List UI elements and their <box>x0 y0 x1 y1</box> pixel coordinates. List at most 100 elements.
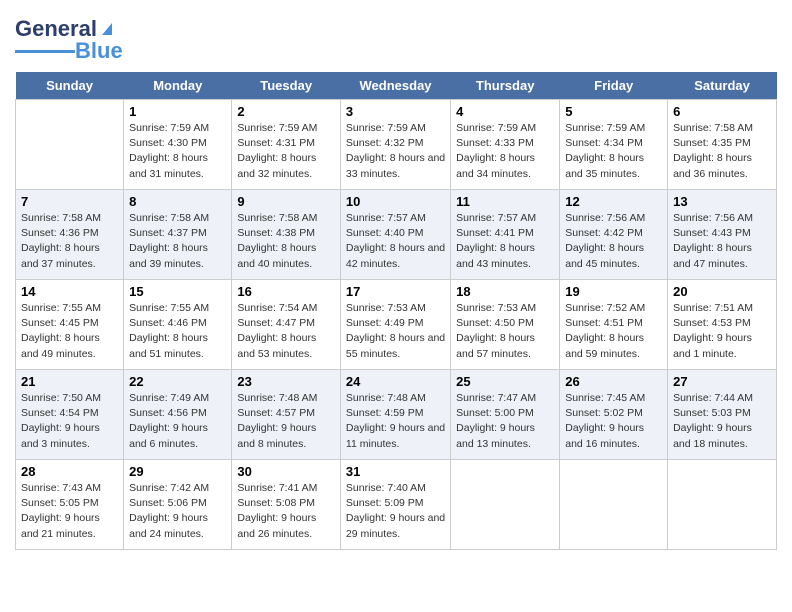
calendar-cell: 5 Sunrise: 7:59 AMSunset: 4:34 PMDaylight… <box>560 100 668 190</box>
calendar-cell: 26 Sunrise: 7:45 AMSunset: 5:02 PMDayligh… <box>560 370 668 460</box>
day-header-wednesday: Wednesday <box>340 72 450 100</box>
calendar-cell: 11 Sunrise: 7:57 AMSunset: 4:41 PMDayligh… <box>451 190 560 280</box>
calendar-cell <box>560 460 668 550</box>
date-number: 24 <box>346 374 445 389</box>
day-header-sunday: Sunday <box>16 72 124 100</box>
date-number: 15 <box>129 284 226 299</box>
date-number: 22 <box>129 374 226 389</box>
cell-info: Sunrise: 7:59 AMSunset: 4:33 PMDaylight:… <box>456 121 554 182</box>
cell-info: Sunrise: 7:53 AMSunset: 4:50 PMDaylight:… <box>456 301 554 362</box>
cell-info: Sunrise: 7:58 AMSunset: 4:36 PMDaylight:… <box>21 211 118 272</box>
cell-info: Sunrise: 7:59 AMSunset: 4:30 PMDaylight:… <box>129 121 226 182</box>
date-number: 16 <box>237 284 335 299</box>
cell-info: Sunrise: 7:58 AMSunset: 4:35 PMDaylight:… <box>673 121 771 182</box>
date-number: 11 <box>456 194 554 209</box>
cell-info: Sunrise: 7:48 AMSunset: 4:59 PMDaylight:… <box>346 391 445 452</box>
day-header-saturday: Saturday <box>668 72 777 100</box>
date-number: 7 <box>21 194 118 209</box>
date-number: 30 <box>237 464 335 479</box>
calendar-table: SundayMondayTuesdayWednesdayThursdayFrid… <box>15 72 777 550</box>
cell-info: Sunrise: 7:49 AMSunset: 4:56 PMDaylight:… <box>129 391 226 452</box>
calendar-cell: 2Sunrise: 7:59 AMSunset: 4:31 PMDaylight… <box>232 100 341 190</box>
week-row-1: 1 Sunrise: 7:59 AMSunset: 4:30 PMDaylight… <box>16 100 777 190</box>
date-number: 20 <box>673 284 771 299</box>
cell-info: Sunrise: 7:45 AMSunset: 5:02 PMDaylight:… <box>565 391 662 452</box>
date-number: 12 <box>565 194 662 209</box>
date-number: 13 <box>673 194 771 209</box>
calendar-cell: 22 Sunrise: 7:49 AMSunset: 4:56 PMDayligh… <box>124 370 232 460</box>
cell-info: Sunrise: 7:56 AMSunset: 4:42 PMDaylight:… <box>565 211 662 272</box>
day-header-thursday: Thursday <box>451 72 560 100</box>
date-number: 10 <box>346 194 445 209</box>
calendar-cell: 14 Sunrise: 7:55 AMSunset: 4:45 PMDayligh… <box>16 280 124 370</box>
day-header-tuesday: Tuesday <box>232 72 341 100</box>
date-number: 8 <box>129 194 226 209</box>
date-number: 19 <box>565 284 662 299</box>
calendar-cell: 31Sunrise: 7:40 AMSunset: 5:09 PMDayligh… <box>340 460 450 550</box>
cell-info: Sunrise: 7:59 AMSunset: 4:31 PMDaylight:… <box>237 121 335 182</box>
cell-info: Sunrise: 7:58 AMSunset: 4:37 PMDaylight:… <box>129 211 226 272</box>
cell-info: Sunrise: 7:57 AMSunset: 4:40 PMDaylight:… <box>346 211 445 272</box>
cell-info: Sunrise: 7:44 AMSunset: 5:03 PMDaylight:… <box>673 391 771 452</box>
cell-info: Sunrise: 7:48 AMSunset: 4:57 PMDaylight:… <box>237 391 335 452</box>
date-number: 18 <box>456 284 554 299</box>
logo-blue: Blue <box>75 38 123 64</box>
date-number: 29 <box>129 464 226 479</box>
calendar-cell: 19Sunrise: 7:52 AMSunset: 4:51 PMDayligh… <box>560 280 668 370</box>
cell-info: Sunrise: 7:41 AMSunset: 5:08 PMDaylight:… <box>237 481 335 542</box>
date-number: 1 <box>129 104 226 119</box>
calendar-cell: 30 Sunrise: 7:41 AMSunset: 5:08 PMDayligh… <box>232 460 341 550</box>
calendar-cell: 7 Sunrise: 7:58 AMSunset: 4:36 PMDaylight… <box>16 190 124 280</box>
calendar-cell: 29Sunrise: 7:42 AMSunset: 5:06 PMDayligh… <box>124 460 232 550</box>
cell-info: Sunrise: 7:53 AMSunset: 4:49 PMDaylight:… <box>346 301 445 362</box>
calendar-cell <box>16 100 124 190</box>
week-row-2: 7 Sunrise: 7:58 AMSunset: 4:36 PMDaylight… <box>16 190 777 280</box>
cell-info: Sunrise: 7:59 AMSunset: 4:34 PMDaylight:… <box>565 121 662 182</box>
calendar-cell: 24 Sunrise: 7:48 AMSunset: 4:59 PMDayligh… <box>340 370 450 460</box>
calendar-cell: 25Sunrise: 7:47 AMSunset: 5:00 PMDayligh… <box>451 370 560 460</box>
cell-info: Sunrise: 7:56 AMSunset: 4:43 PMDaylight:… <box>673 211 771 272</box>
calendar-cell: 18 Sunrise: 7:53 AMSunset: 4:50 PMDayligh… <box>451 280 560 370</box>
logo-general: General <box>15 18 97 40</box>
logo-arrow-icon <box>98 19 116 37</box>
date-number: 26 <box>565 374 662 389</box>
cell-info: Sunrise: 7:55 AMSunset: 4:46 PMDaylight:… <box>129 301 226 362</box>
date-number: 4 <box>456 104 554 119</box>
calendar-cell: 12 Sunrise: 7:56 AMSunset: 4:42 PMDayligh… <box>560 190 668 280</box>
cell-info: Sunrise: 7:57 AMSunset: 4:41 PMDaylight:… <box>456 211 554 272</box>
calendar-cell: 1 Sunrise: 7:59 AMSunset: 4:30 PMDaylight… <box>124 100 232 190</box>
cell-info: Sunrise: 7:51 AMSunset: 4:53 PMDaylight:… <box>673 301 771 362</box>
calendar-cell: 8 Sunrise: 7:58 AMSunset: 4:37 PMDaylight… <box>124 190 232 280</box>
date-number: 14 <box>21 284 118 299</box>
calendar-cell: 21 Sunrise: 7:50 AMSunset: 4:54 PMDayligh… <box>16 370 124 460</box>
date-number: 6 <box>673 104 771 119</box>
date-number: 5 <box>565 104 662 119</box>
header: General Blue <box>15 10 777 64</box>
date-number: 27 <box>673 374 771 389</box>
calendar-cell: 3 Sunrise: 7:59 AMSunset: 4:32 PMDaylight… <box>340 100 450 190</box>
header-row: SundayMondayTuesdayWednesdayThursdayFrid… <box>16 72 777 100</box>
week-row-5: 28Sunrise: 7:43 AMSunset: 5:05 PMDayligh… <box>16 460 777 550</box>
calendar-cell: 10 Sunrise: 7:57 AMSunset: 4:40 PMDayligh… <box>340 190 450 280</box>
calendar-cell <box>668 460 777 550</box>
calendar-cell: 16 Sunrise: 7:54 AMSunset: 4:47 PMDayligh… <box>232 280 341 370</box>
calendar-cell: 15 Sunrise: 7:55 AMSunset: 4:46 PMDayligh… <box>124 280 232 370</box>
logo: General Blue <box>15 18 123 64</box>
date-number: 23 <box>237 374 335 389</box>
date-number: 21 <box>21 374 118 389</box>
day-header-friday: Friday <box>560 72 668 100</box>
logo-line <box>15 50 75 53</box>
date-number: 3 <box>346 104 445 119</box>
cell-info: Sunrise: 7:55 AMSunset: 4:45 PMDaylight:… <box>21 301 118 362</box>
cell-info: Sunrise: 7:50 AMSunset: 4:54 PMDaylight:… <box>21 391 118 452</box>
cell-info: Sunrise: 7:58 AMSunset: 4:38 PMDaylight:… <box>237 211 335 272</box>
cell-info: Sunrise: 7:54 AMSunset: 4:47 PMDaylight:… <box>237 301 335 362</box>
calendar-cell: 23 Sunrise: 7:48 AMSunset: 4:57 PMDayligh… <box>232 370 341 460</box>
calendar-cell: 6 Sunrise: 7:58 AMSunset: 4:35 PMDaylight… <box>668 100 777 190</box>
week-row-3: 14 Sunrise: 7:55 AMSunset: 4:45 PMDayligh… <box>16 280 777 370</box>
date-number: 17 <box>346 284 445 299</box>
calendar-cell: 27 Sunrise: 7:44 AMSunset: 5:03 PMDayligh… <box>668 370 777 460</box>
day-header-monday: Monday <box>124 72 232 100</box>
date-number: 31 <box>346 464 445 479</box>
cell-info: Sunrise: 7:59 AMSunset: 4:32 PMDaylight:… <box>346 121 445 182</box>
